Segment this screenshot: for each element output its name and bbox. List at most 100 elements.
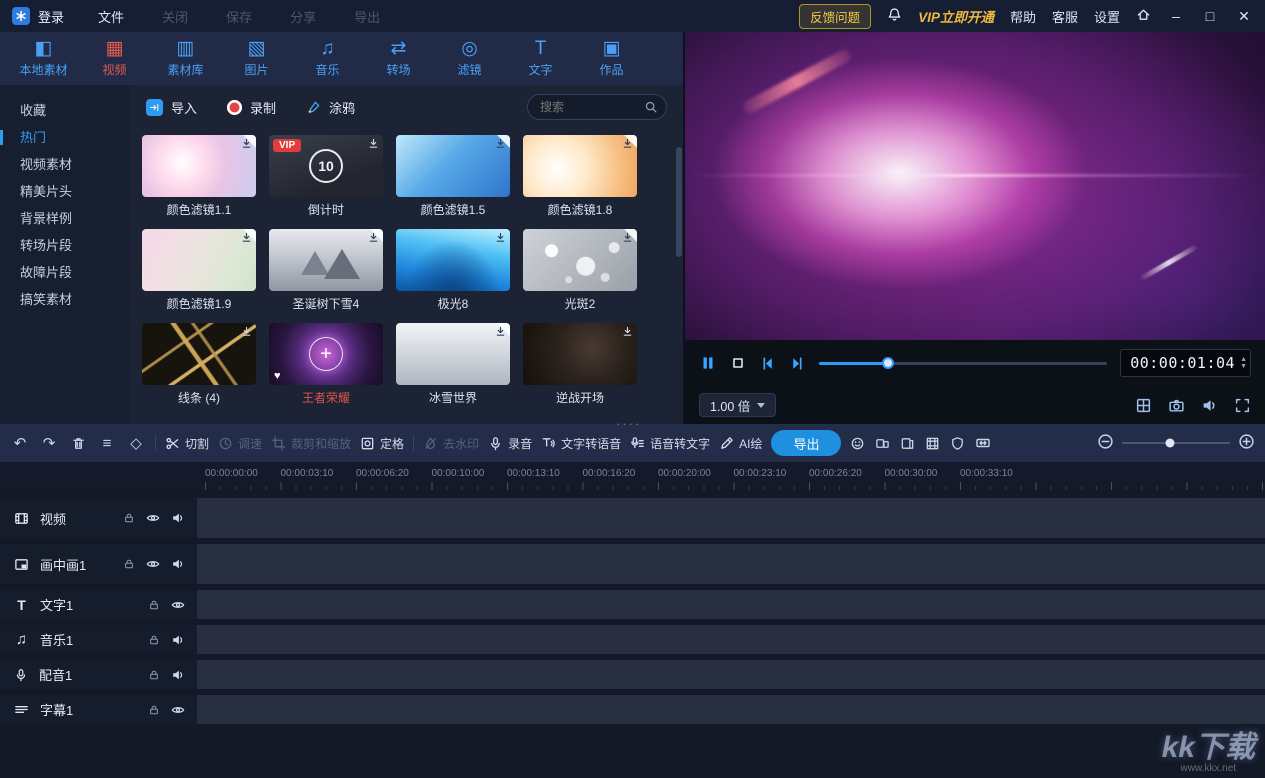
speaker-icon[interactable] <box>171 557 185 571</box>
speech-to-text-button[interactable]: 语音转文字 <box>630 435 710 452</box>
library-item-color-filter-1-5[interactable]: 颜色滤镜1.5 <box>396 135 510 218</box>
tab-works[interactable]: ▣ 作品 <box>576 39 647 78</box>
clip-list-icon[interactable]: ≡ <box>97 435 117 452</box>
speaker-icon[interactable] <box>171 668 185 682</box>
thumbnail[interactable] <box>396 323 510 385</box>
login-button[interactable]: 登录 <box>38 7 64 26</box>
track-lane[interactable] <box>197 544 1265 584</box>
zoom-in-icon[interactable] <box>1238 433 1255 453</box>
library-item-ice-world[interactable]: 冰雪世界 <box>396 323 510 406</box>
freeze-frame-button[interactable]: 定格 <box>360 435 404 452</box>
search-icon[interactable] <box>644 100 658 114</box>
sidebar-item-funny[interactable]: 搞笑素材 <box>0 286 130 313</box>
timeline-ruler[interactable]: 00:00:00:00 00:00:03:10 00:00:06:20 00:0… <box>0 462 1265 490</box>
library-item-color-filter-1-8[interactable]: 颜色滤镜1.8 <box>523 135 637 218</box>
stop-button[interactable] <box>730 355 746 371</box>
previous-frame-button[interactable] <box>759 355 776 372</box>
zoom-out-icon[interactable] <box>1097 433 1114 453</box>
record-audio-button[interactable]: 录音 <box>488 435 532 452</box>
timecode-up-button[interactable]: ▲ <box>1240 356 1247 363</box>
volume-icon[interactable] <box>1201 397 1218 414</box>
split-screen-icon[interactable] <box>875 436 890 451</box>
timecode-down-button[interactable]: ▼ <box>1240 363 1247 370</box>
thumbnail[interactable]: VIP 10 <box>269 135 383 197</box>
add-icon[interactable]: + <box>309 337 343 371</box>
vip-upgrade-button[interactable]: VIP立即开通 <box>918 6 994 26</box>
ai-draw-button[interactable]: AI绘 <box>719 435 762 452</box>
thumbnail[interactable] <box>142 135 256 197</box>
download-icon[interactable] <box>367 137 380 150</box>
library-scrollbar[interactable] <box>676 133 682 463</box>
lock-icon[interactable] <box>148 599 160 611</box>
library-item-kings-glory[interactable]: ♥ + 王者荣耀 <box>269 323 383 406</box>
timeline-zoom-slider[interactable] <box>1122 438 1230 448</box>
redo-icon[interactable]: ↷ <box>39 434 59 452</box>
mask-shield-icon[interactable] <box>950 436 965 451</box>
download-icon[interactable] <box>240 325 253 338</box>
lock-icon[interactable] <box>123 558 135 570</box>
close-button[interactable]: ✕ <box>1235 8 1253 25</box>
export-button[interactable]: 导出 <box>771 430 842 456</box>
resize-handle-dots[interactable]: ···· <box>616 416 641 431</box>
minimize-button[interactable]: – <box>1167 8 1185 24</box>
download-icon[interactable] <box>621 231 634 244</box>
lock-icon[interactable] <box>148 704 160 716</box>
snapshot-camera-icon[interactable] <box>1168 397 1185 414</box>
download-icon[interactable] <box>494 325 507 338</box>
thumbnail[interactable]: ♥ + <box>269 323 383 385</box>
library-item-color-filter-1-1[interactable]: 颜色滤镜1.1 <box>142 135 256 218</box>
home-icon[interactable] <box>1136 7 1151 25</box>
menu-file[interactable]: 文件 <box>98 7 124 26</box>
download-icon[interactable] <box>240 137 253 150</box>
fullscreen-icon[interactable] <box>1234 397 1251 414</box>
mosaic-icon[interactable] <box>925 436 940 451</box>
cut-button[interactable]: 切割 <box>165 435 209 452</box>
fit-width-icon[interactable] <box>975 435 991 451</box>
feedback-button[interactable]: 反馈问题 <box>799 3 872 29</box>
library-item-lines[interactable]: 线条 (4) <box>142 323 256 406</box>
thumbnail[interactable] <box>523 323 637 385</box>
sidebar-item-hot[interactable]: 热门 <box>0 124 130 151</box>
delete-icon[interactable] <box>68 436 88 451</box>
track-lane[interactable] <box>197 498 1265 538</box>
download-icon[interactable] <box>621 325 634 338</box>
tab-picture[interactable]: ▧ 图片 <box>221 39 292 78</box>
track-lane[interactable] <box>197 695 1265 724</box>
sidebar-item-glitch[interactable]: 故障片段 <box>0 259 130 286</box>
search-input[interactable] <box>540 100 644 114</box>
doodle-button[interactable]: 涂鸦 <box>306 98 355 117</box>
next-frame-button[interactable] <box>789 355 806 372</box>
library-item-nz-opening[interactable]: 逆战开场 <box>523 323 637 406</box>
library-item-countdown[interactable]: VIP 10 倒计时 <box>269 135 383 218</box>
eye-icon[interactable] <box>171 598 185 612</box>
tab-material-library[interactable]: ▥ 素材库 <box>150 39 221 78</box>
library-item-bokeh[interactable]: 光斑2 <box>523 229 637 312</box>
download-icon[interactable] <box>494 231 507 244</box>
track-lane[interactable] <box>197 625 1265 654</box>
eye-icon[interactable] <box>146 511 160 525</box>
thumbnail[interactable] <box>396 229 510 291</box>
lock-icon[interactable] <box>123 512 135 524</box>
pause-button[interactable] <box>699 354 717 372</box>
library-item-christmas-snow[interactable]: 圣诞树下雪4 <box>269 229 383 312</box>
eye-icon[interactable] <box>146 557 160 571</box>
download-icon[interactable] <box>367 231 380 244</box>
tab-video[interactable]: ▦ 视频 <box>79 39 150 78</box>
record-button[interactable]: 录制 <box>227 98 276 117</box>
sidebar-item-video-material[interactable]: 视频素材 <box>0 151 130 178</box>
sticker-icon[interactable] <box>850 436 865 451</box>
quality-grid-icon[interactable] <box>1135 397 1152 414</box>
library-item-color-filter-1-9[interactable]: 颜色滤镜1.9 <box>142 229 256 312</box>
thumbnail[interactable] <box>142 229 256 291</box>
sidebar-item-favorites[interactable]: 收藏 <box>0 97 130 124</box>
thumbnail[interactable] <box>269 229 383 291</box>
thumbnail[interactable] <box>396 135 510 197</box>
tab-text[interactable]: T 文字 <box>505 39 576 78</box>
sidebar-item-intros[interactable]: 精美片头 <box>0 178 130 205</box>
keyframe-icon[interactable]: ◇ <box>126 434 146 452</box>
maximize-button[interactable]: □ <box>1201 8 1219 24</box>
playback-speed-select[interactable]: 1.00 倍 <box>699 393 777 417</box>
scrollbar-thumb[interactable] <box>676 147 682 257</box>
help-button[interactable]: 帮助 <box>1010 7 1036 26</box>
notification-bell-icon[interactable] <box>887 7 902 25</box>
